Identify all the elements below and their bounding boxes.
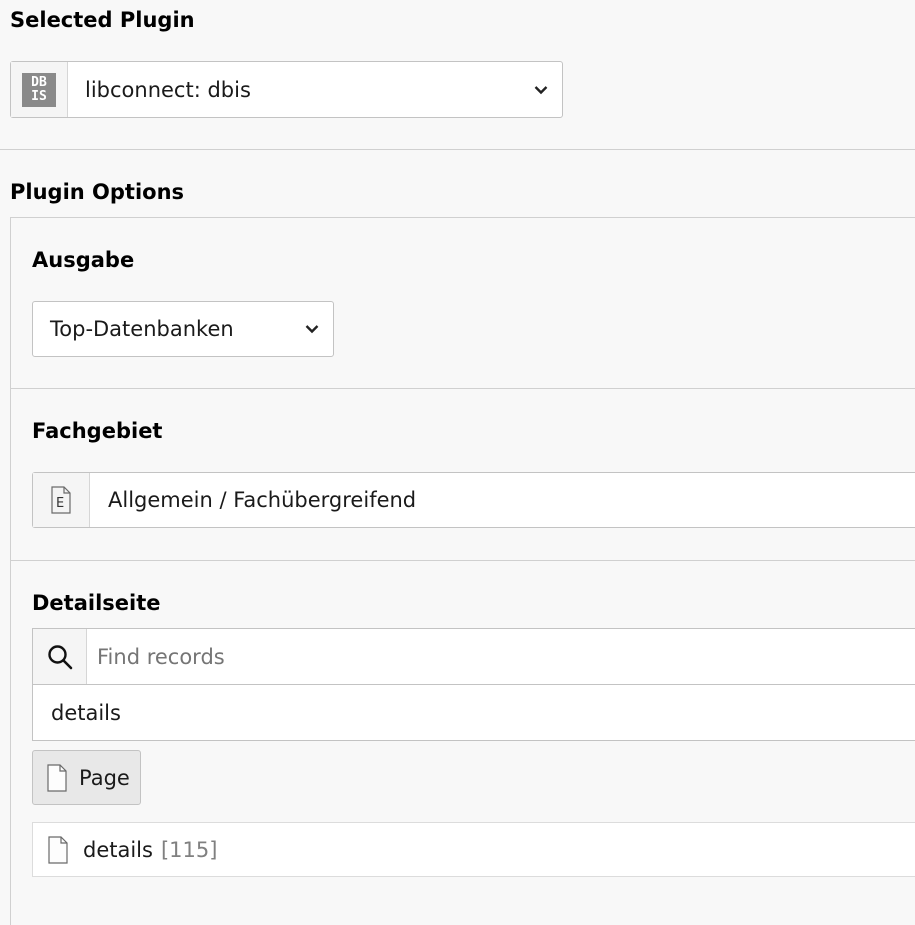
plugin-select-value: libconnect: dbis xyxy=(85,77,251,102)
plugin-options-heading: Plugin Options xyxy=(10,180,185,204)
selected-record-item[interactable]: details [115] xyxy=(32,822,915,877)
search-value-field[interactable]: details xyxy=(32,684,915,741)
selected-plugin-heading: Selected Plugin xyxy=(10,8,195,32)
detailseite-label: Detailseite xyxy=(32,591,161,615)
plugin-select[interactable]: DB IS libconnect: dbis xyxy=(10,61,563,118)
options-panel-top-border xyxy=(10,217,915,218)
ausgabe-select[interactable]: Top-Datenbanken xyxy=(32,301,334,357)
page-button-label: Page xyxy=(79,765,130,790)
find-records-input[interactable] xyxy=(97,644,877,669)
chevron-down-icon xyxy=(534,85,548,94)
section-divider xyxy=(0,149,915,150)
options-divider xyxy=(10,388,915,389)
category-record-icon: E xyxy=(33,473,90,527)
dbis-icon-text-top: DB xyxy=(31,74,47,90)
record-search-bar xyxy=(32,628,915,685)
record-title: details xyxy=(83,837,153,862)
dbis-icon-text-bottom: IS xyxy=(31,88,47,104)
fachgebiet-label: Fachgebiet xyxy=(32,419,163,443)
page-type-button[interactable]: Page xyxy=(32,750,141,805)
page-icon xyxy=(48,835,68,864)
page-icon xyxy=(47,763,67,792)
ausgabe-select-value: Top-Datenbanken xyxy=(50,317,234,341)
search-icon[interactable] xyxy=(33,629,87,684)
options-panel-left-border xyxy=(10,217,11,925)
fachgebiet-field[interactable]: E Allgemein / Fachübergreifend xyxy=(32,472,915,528)
ausgabe-label: Ausgabe xyxy=(32,248,135,272)
svg-text:E: E xyxy=(56,496,64,511)
fachgebiet-value: Allgemein / Fachübergreifend xyxy=(108,488,417,512)
chevron-down-icon xyxy=(305,325,319,334)
dbis-plugin-icon: DB IS xyxy=(11,62,68,117)
record-id: [115] xyxy=(160,837,218,862)
search-value-text: details xyxy=(51,700,121,725)
options-divider xyxy=(10,560,915,561)
